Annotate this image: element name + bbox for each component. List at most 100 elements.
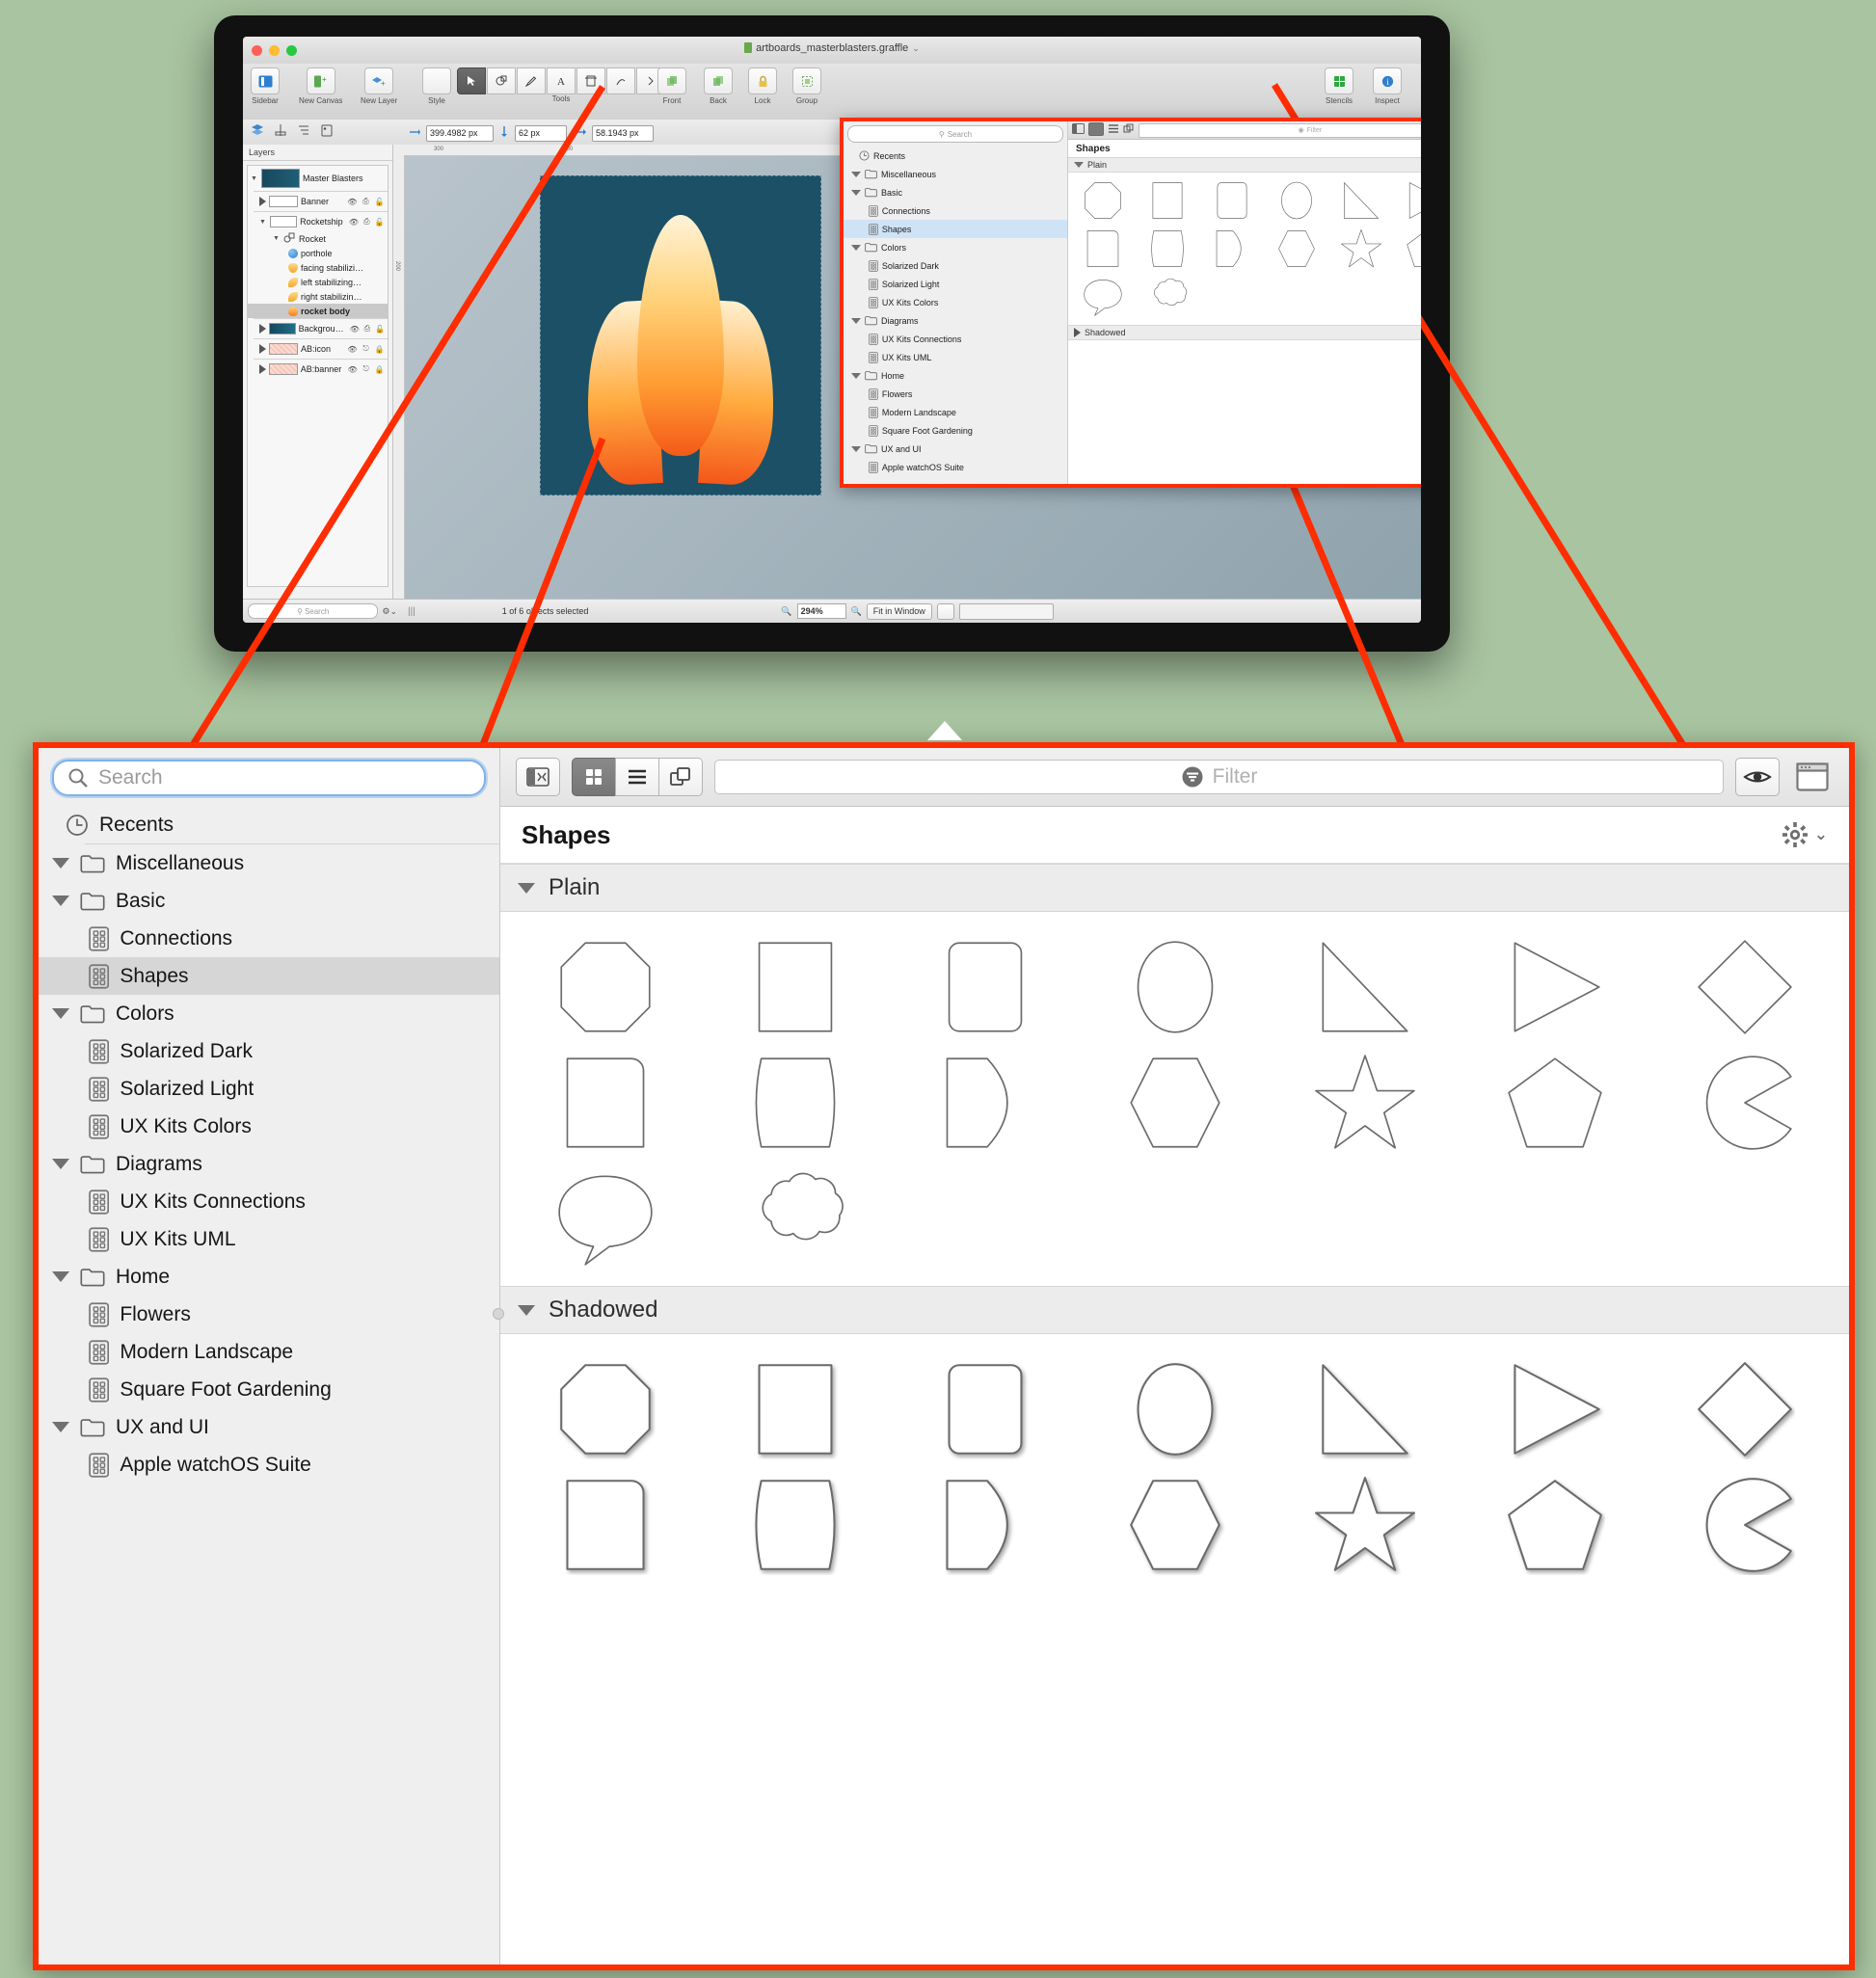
chevron-right-icon[interactable]: [259, 364, 266, 374]
stencil-sidebar-item-small-connections[interactable]: Connections: [844, 201, 1067, 220]
shape-octagon[interactable]: [1083, 180, 1123, 221]
toolbar-front[interactable]: Front: [657, 67, 686, 105]
shape-tool-icon[interactable]: [487, 67, 516, 94]
shape-star[interactable]: [1314, 1475, 1415, 1575]
stencil-sidebar-item-small-diagrams[interactable]: Diagrams: [844, 311, 1067, 330]
stencil-sidebar-item-square-foot-gardening[interactable]: Square Foot Gardening: [39, 1371, 499, 1408]
shadowed-shape-cell-star[interactable]: [1270, 1467, 1460, 1583]
visibility-toggle-icon[interactable]: 👁: [347, 365, 358, 374]
chevron-down-icon[interactable]: [52, 858, 69, 869]
layer-row-ab-icon[interactable]: AB:icon 👁 ⎋ 🔒: [248, 339, 388, 359]
plain-shape-small-cell-rounded-rectangle[interactable]: [1201, 178, 1262, 223]
chevron-down-icon[interactable]: [518, 882, 535, 894]
shape-d-shape[interactable]: [935, 1053, 1035, 1153]
chevron-down-icon[interactable]: [851, 244, 861, 251]
shape-rounded-rectangle[interactable]: [935, 1359, 1035, 1459]
shape-hexagon[interactable]: [1125, 1053, 1225, 1153]
stencil-sidebar-item-small-home[interactable]: Home: [844, 366, 1067, 385]
shape-rectangle[interactable]: [1147, 180, 1188, 221]
shape-triangle[interactable]: [1505, 937, 1605, 1037]
shape-right-triangle[interactable]: [1341, 180, 1381, 221]
stencil-shape-grid-small[interactable]: [1068, 173, 1421, 325]
stencil-sidebar-item-shapes[interactable]: Shapes: [39, 957, 499, 995]
layer-row-banner[interactable]: Banner 👁 ⎙ 🔓: [248, 192, 388, 211]
toolbar-tools[interactable]: A Tools: [457, 67, 665, 103]
shape-pentagon[interactable]: [1406, 228, 1422, 269]
chevron-down-icon[interactable]: [52, 895, 69, 906]
shape-single-rounded-corner-square[interactable]: [555, 1053, 656, 1153]
plain-shape-cell-pentagon[interactable]: [1460, 1045, 1649, 1161]
shape-diamond[interactable]: [1695, 1359, 1795, 1459]
toolbar-style[interactable]: Style: [422, 67, 451, 105]
print-toggle-icon[interactable]: ⎋: [361, 364, 371, 374]
visibility-toggle-icon[interactable]: 👁: [347, 345, 358, 354]
toolbar-new-layer[interactable]: + New Layer: [361, 67, 397, 105]
chevron-down-icon[interactable]: ▼: [259, 219, 267, 226]
print-toggle-icon[interactable]: ⎙: [362, 324, 372, 334]
resize-grip-icon[interactable]: |||: [408, 606, 415, 617]
shape-ellipse[interactable]: [1276, 180, 1317, 221]
stencil-sidebar-item-small-shapes[interactable]: Shapes: [844, 220, 1067, 238]
window-panel-icon[interactable]: [1791, 759, 1834, 795]
stencil-options-button[interactable]: ⌄: [1782, 821, 1828, 848]
stencil-shape-grid-plain[interactable]: [500, 912, 1849, 1286]
stencil-sidebar-item-ux-and-ui[interactable]: UX and UI: [39, 1408, 499, 1446]
toolbar-stencils[interactable]: Stencils: [1325, 67, 1353, 105]
stencil-sidebar-item-modern-landscape[interactable]: Modern Landscape: [39, 1333, 499, 1371]
new-canvas-icon[interactable]: +: [306, 67, 335, 94]
plain-shape-small-cell-right-triangle[interactable]: [1330, 178, 1391, 223]
layer-row-canvas[interactable]: ▼ Master Blasters: [248, 166, 388, 191]
stencil-sidebar-item-small-basic[interactable]: Basic: [844, 183, 1067, 201]
chevron-right-icon[interactable]: [259, 324, 266, 334]
layers-stack-icon[interactable]: [251, 123, 264, 143]
shape-barrel[interactable]: [1147, 228, 1188, 269]
shape-single-rounded-corner-square[interactable]: [1083, 228, 1123, 269]
stencil-section-header-plain[interactable]: Plain: [500, 864, 1849, 912]
chevron-down-icon[interactable]: [851, 317, 861, 324]
plain-shape-cell-d-shape[interactable]: [890, 1045, 1080, 1161]
layer-row-ab-banner[interactable]: AB:banner 👁 ⎋ 🔒: [248, 360, 388, 379]
stencil-sidebar-item-small-flowers[interactable]: Flowers: [844, 385, 1067, 403]
shape-right-triangle[interactable]: [1315, 1359, 1415, 1459]
shape-rectangle[interactable]: [745, 937, 845, 1037]
plain-shape-cell-triangle[interactable]: [1460, 929, 1649, 1045]
sidebar-icon[interactable]: [251, 67, 280, 94]
chevron-down-icon[interactable]: [52, 1422, 69, 1432]
shape-barrel[interactable]: [745, 1053, 845, 1153]
distribute-icon[interactable]: [297, 123, 310, 143]
lock-toggle-icon[interactable]: 🔒: [374, 345, 385, 354]
stencil-sidebar-list-small[interactable]: Recents Miscellaneous Basic Connections Shap…: [844, 147, 1067, 476]
x-position-field[interactable]: 399.4982 px: [426, 124, 494, 142]
stencil-sidebar-item-small-ux-kits-uml[interactable]: UX Kits UML: [844, 348, 1067, 366]
stencil-sidebar-item-small-ux-kits-connections[interactable]: UX Kits Connections: [844, 330, 1067, 348]
grid-view-icon[interactable]: [572, 758, 616, 796]
select-tool-icon[interactable]: [457, 67, 486, 94]
artboard-tool-icon[interactable]: [576, 67, 605, 94]
group-icon[interactable]: [792, 67, 821, 94]
artboard-list-icon[interactable]: [320, 123, 334, 143]
stencil-sidebar-item-small-solarized-dark[interactable]: Solarized Dark: [844, 256, 1067, 275]
sidebar-resize-handle[interactable]: [493, 1307, 504, 1320]
lock-toggle-icon[interactable]: 🔒: [374, 365, 385, 374]
stencil-sidebar-item-ux-kits-colors[interactable]: UX Kits Colors: [39, 1108, 499, 1145]
toolbar-inspect[interactable]: i Inspect: [1373, 67, 1402, 105]
plain-shape-small-cell-barrel[interactable]: [1137, 227, 1197, 271]
layers-list[interactable]: ▼ Master Blasters Banner 👁 ⎙ 🔓 ▼ Rockets…: [247, 165, 389, 587]
layers-search-input[interactable]: ⚲ Search: [248, 603, 379, 619]
shape-hexagon[interactable]: [1276, 228, 1317, 269]
shape-rounded-rectangle[interactable]: [935, 937, 1035, 1037]
eye-icon[interactable]: [1735, 758, 1780, 796]
stencil-sidebar-item-small-ux-kits-colors[interactable]: UX Kits Colors: [844, 293, 1067, 311]
plain-shape-cell-speech-bubble[interactable]: [510, 1161, 700, 1276]
shape-octagon[interactable]: [555, 937, 656, 1037]
shadowed-shape-cell-octagon[interactable]: [510, 1351, 700, 1467]
plain-shape-cell-star[interactable]: [1270, 1045, 1460, 1161]
layer-row-porthole[interactable]: porthole: [248, 246, 388, 260]
shape-pentagon[interactable]: [1505, 1475, 1605, 1575]
stencil-sidebar-item-small-solarized-light[interactable]: Solarized Light: [844, 275, 1067, 293]
stencil-sidebar-item-small-modern-landscape[interactable]: Modern Landscape: [844, 403, 1067, 421]
plain-shape-cell-cloud-bubble[interactable]: [700, 1161, 890, 1276]
gear-icon[interactable]: ⚙⌄: [382, 606, 397, 617]
chevron-down-icon[interactable]: [52, 1271, 69, 1282]
shadowed-shape-cell-d-shape[interactable]: [890, 1467, 1080, 1583]
